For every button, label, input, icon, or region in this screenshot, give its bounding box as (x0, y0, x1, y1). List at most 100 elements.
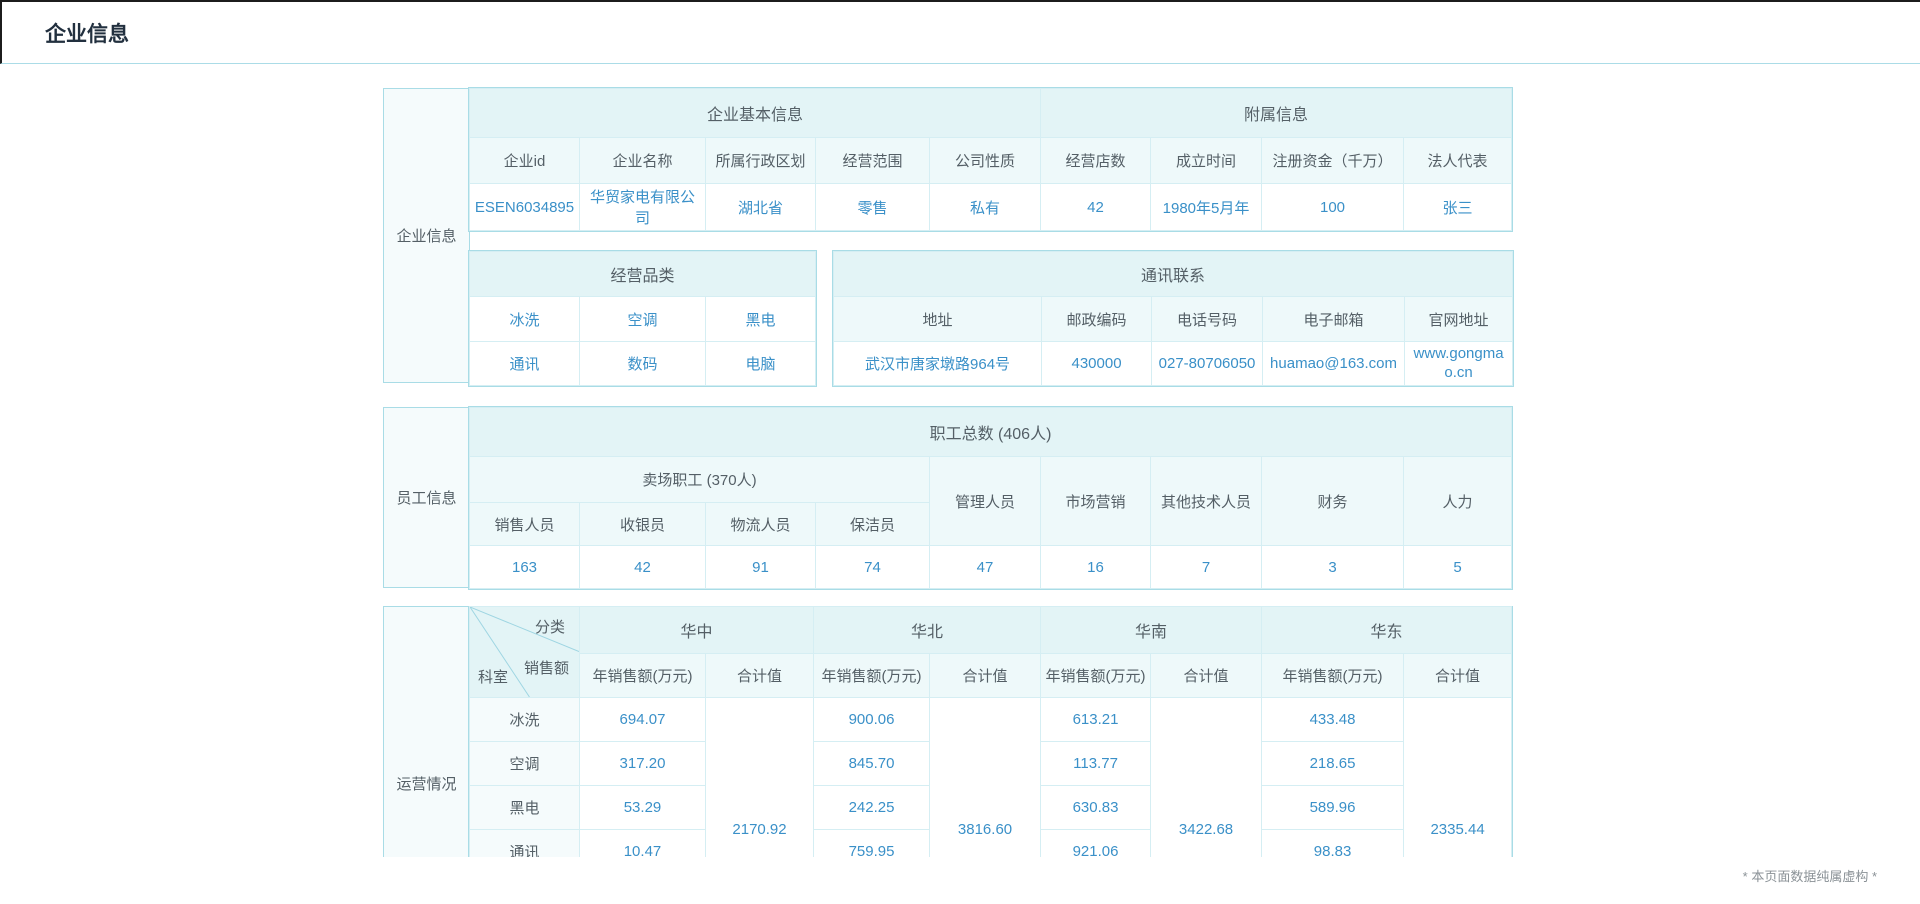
sales-value: 433.48 (1262, 698, 1404, 742)
postcode-value: 430000 (1042, 342, 1152, 386)
region-header: 华北 (814, 607, 1041, 654)
attached-info-title: 附属信息 (1041, 89, 1512, 138)
website-value: www.gongmao.cn (1405, 342, 1513, 386)
column-header: 财务 (1262, 457, 1404, 546)
category-cell: 冰洗 (470, 297, 580, 342)
sales-value: 589.96 (1262, 786, 1404, 830)
sales-value: 613.21 (1041, 698, 1151, 742)
contact-table: 通讯联系 地址 邮政编码 电话号码 电子邮箱 官网地址 武汉市唐家墩路964号 … (833, 251, 1513, 386)
staff-info-section: 员工信息 职工总数 (406人) 卖场职工 (370人) 管理人员 市场营销 其… (383, 407, 1513, 589)
company-region-value: 湖北省 (706, 184, 816, 231)
column-header: 合计值 (1151, 654, 1262, 698)
staff-count: 91 (706, 546, 816, 589)
company-name-value: 华贸家电有限公司 (580, 184, 706, 231)
column-header: 销售人员 (470, 503, 580, 546)
column-header: 电子邮箱 (1263, 297, 1405, 342)
sales-value: 845.70 (814, 742, 930, 786)
region-total: 3816.60 (930, 698, 1041, 858)
column-header: 市场营销 (1041, 457, 1151, 546)
contact-title: 通讯联系 (834, 252, 1513, 297)
staff-count: 16 (1041, 546, 1151, 589)
basic-info-title: 企业基本信息 (470, 89, 1041, 138)
row-label: 空调 (470, 742, 580, 786)
sales-value: 900.06 (814, 698, 930, 742)
sales-value: 113.77 (1041, 742, 1151, 786)
category-table: 经营品类 冰洗 空调 黑电 通讯 数码 电脑 (469, 251, 816, 386)
email-value: huamao@163.com (1263, 342, 1405, 386)
company-info-section: 企业信息 企业基本信息 附属信息 企业id 企业名称 所属行政区划 经营范围 公 (383, 88, 1513, 386)
column-header: 经营范围 (816, 138, 930, 184)
staff-section-label: 员工信息 (383, 407, 470, 588)
column-header: 年销售额(万元) (1262, 654, 1404, 698)
column-header: 企业名称 (580, 138, 706, 184)
sales-value: 10.47 (580, 830, 706, 858)
row-label: 黑电 (470, 786, 580, 830)
category-title: 经营品类 (470, 252, 816, 297)
region-header: 华东 (1262, 607, 1512, 654)
category-cell: 数码 (580, 342, 706, 386)
top-header-bar: 企业信息 (0, 0, 1920, 64)
column-header: 年销售额(万元) (1041, 654, 1151, 698)
category-cell: 黑电 (706, 297, 816, 342)
staff-count: 5 (1404, 546, 1512, 589)
category-cell: 电脑 (706, 342, 816, 386)
address-value: 武汉市唐家墩路964号 (834, 342, 1042, 386)
column-header: 其他技术人员 (1151, 457, 1262, 546)
footer-disclaimer: * 本页面数据纯属虚构 * (1743, 866, 1877, 885)
diagonal-label-category: 分类 (535, 616, 565, 637)
column-header: 年销售额(万元) (814, 654, 930, 698)
company-scope-value: 零售 (816, 184, 930, 231)
column-header: 公司性质 (930, 138, 1041, 184)
spacer (469, 231, 1513, 251)
sales-value: 317.20 (580, 742, 706, 786)
operations-section: 运营情况 分类 (383, 606, 1513, 857)
category-cell: 通讯 (470, 342, 580, 386)
region-total: 3422.68 (1151, 698, 1262, 858)
row-label: 冰洗 (470, 698, 580, 742)
column-header: 合计值 (930, 654, 1041, 698)
sales-value: 242.25 (814, 786, 930, 830)
column-header: 法人代表 (1404, 138, 1512, 184)
column-header: 企业id (470, 138, 580, 184)
column-header: 人力 (1404, 457, 1512, 546)
column-header: 注册资金（千万） (1262, 138, 1404, 184)
staff-table: 职工总数 (406人) 卖场职工 (370人) 管理人员 市场营销 其他技术人员… (469, 407, 1512, 589)
column-header: 地址 (834, 297, 1042, 342)
staff-count: 42 (580, 546, 706, 589)
region-header: 华南 (1041, 607, 1262, 654)
sales-value: 759.95 (814, 830, 930, 858)
column-header: 所属行政区划 (706, 138, 816, 184)
region-total: 2335.44 (1404, 698, 1512, 858)
diagonal-header-cell: 分类 销售额 科室 (470, 607, 580, 698)
staff-count: 74 (816, 546, 930, 589)
spacer (816, 251, 833, 386)
column-header: 收银员 (580, 503, 706, 546)
column-header: 成立时间 (1151, 138, 1262, 184)
company-section-label: 企业信息 (383, 88, 470, 383)
sales-value: 218.65 (1262, 742, 1404, 786)
company-id-value: ESEN6034895 (470, 184, 580, 231)
operations-table: 分类 销售额 科室 华中 华北 华南 华东 年销售额(万元) 合计值 年销售额(… (469, 606, 1512, 857)
sales-value: 98.83 (1262, 830, 1404, 858)
column-header: 经营店数 (1041, 138, 1151, 184)
column-header: 合计值 (1404, 654, 1512, 698)
main-content: 企业信息 企业基本信息 附属信息 企业id 企业名称 所属行政区划 经营范围 公 (383, 88, 1513, 857)
registered-capital-value: 100 (1262, 184, 1404, 231)
column-header: 官网地址 (1405, 297, 1513, 342)
sales-value: 630.83 (1041, 786, 1151, 830)
sales-value: 694.07 (580, 698, 706, 742)
operations-section-label: 运营情况 (383, 606, 470, 857)
founded-date-value: 1980年5月年 (1151, 184, 1262, 231)
legal-person-value: 张三 (1404, 184, 1512, 231)
column-header: 合计值 (706, 654, 814, 698)
operations-clip-region: 运营情况 分类 (383, 606, 1513, 857)
region-total: 2170.92 (706, 698, 814, 858)
region-header: 华中 (580, 607, 814, 654)
store-staff-title: 卖场职工 (370人) (470, 457, 930, 503)
sales-value: 921.06 (1041, 830, 1151, 858)
column-header: 管理人员 (930, 457, 1041, 546)
staff-count: 3 (1262, 546, 1404, 589)
row-label: 通讯 (470, 830, 580, 858)
company-basic-table: 企业基本信息 附属信息 企业id 企业名称 所属行政区划 经营范围 公司性质 经… (469, 88, 1512, 231)
phone-value: 027-80706050 (1152, 342, 1263, 386)
